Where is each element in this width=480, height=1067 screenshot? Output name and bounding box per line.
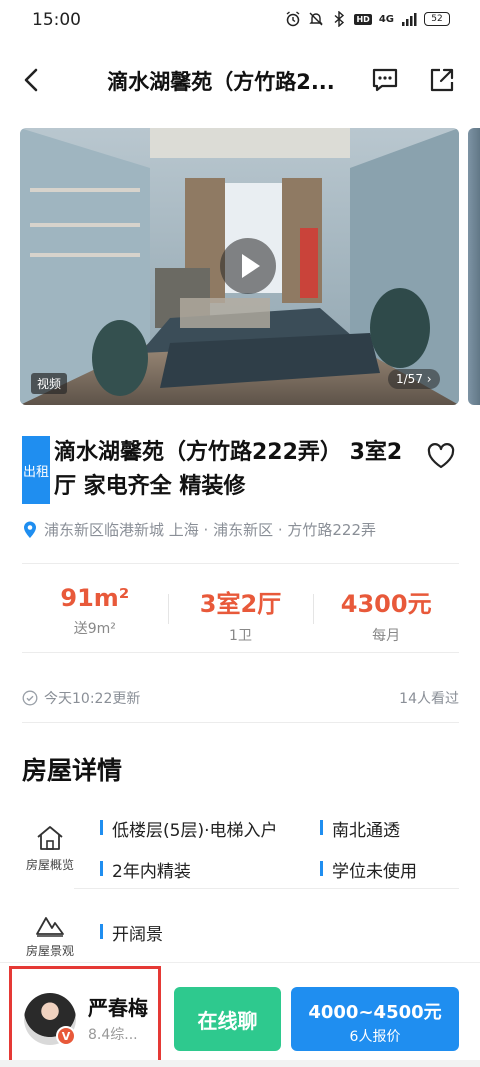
next-photo-peek[interactable] (468, 128, 480, 405)
check-circle-icon (22, 690, 38, 706)
mute-icon (309, 12, 324, 26)
video-tag: 视频 (31, 373, 68, 394)
stat-price-value: 4300元 (340, 590, 432, 618)
feature-floor: 低楼层(5层)·电梯入户 (100, 816, 277, 841)
house-overview: 房屋概览 低楼层(5层)·电梯入户 南北通透 2年内精装 学位未使用 (22, 812, 459, 888)
agent-score: 8.4综... (88, 1027, 138, 1043)
status-time: 15:00 (32, 10, 81, 30)
feature-scenery: 开阔景 (100, 920, 163, 945)
photo-count[interactable]: 1/57 › (388, 369, 440, 389)
update-info: 今天10:22更新 (22, 688, 140, 708)
view-category: 房屋景观 (22, 910, 78, 959)
overview-category: 房屋概览 (22, 824, 78, 873)
listing-title: 滴水湖馨苑（方竹路222弄） 3室2厅 家电齐全 精装修 (54, 440, 403, 499)
bluetooth-icon (335, 11, 345, 27)
stat-layout-value: 3室2厅 (199, 590, 282, 618)
view-label: 房屋景观 (25, 944, 74, 958)
section-title: 房屋详情 (22, 756, 123, 785)
status-bar: 15:00 HD 4G 52 (0, 0, 480, 40)
online-chat-button[interactable]: 在线聊 (174, 987, 281, 1051)
house-view: 房屋景观 开阔景 (22, 910, 459, 960)
overview-label: 房屋概览 (25, 858, 74, 872)
message-icon[interactable] (371, 66, 399, 94)
play-icon[interactable] (220, 238, 276, 294)
location-row[interactable]: 浦东新区临港新城 上海 · 浦东新区 · 方竹路222弄 (22, 519, 376, 540)
verified-badge-icon: V (56, 1026, 76, 1046)
stat-area: 91m² 送9m² (22, 564, 168, 652)
hd-icon: HD (354, 13, 372, 25)
update-row: 今天10:22更新 14人看过 (22, 688, 459, 708)
network-label: 4G (378, 13, 394, 25)
feature-orientation: 南北通透 (320, 816, 400, 841)
stat-layout: 3室2厅 1卫 (167, 564, 314, 652)
mountain-icon (36, 917, 64, 937)
battery-icon: 52 (424, 12, 450, 26)
page-title: 滴水湖馨苑（方竹路2... (107, 70, 335, 94)
quote-price-range: 4000~4500元 (308, 1002, 442, 1023)
house-icon (37, 826, 63, 850)
stat-price-sub: 每月 (372, 628, 401, 644)
key-stats: 91m² 送9m² 3室2厅 1卫 4300元 每月 (22, 563, 459, 653)
alarm-icon (287, 11, 300, 27)
stat-area-value: 91m² (60, 584, 130, 612)
feature-school: 学位未使用 (320, 857, 417, 882)
location-pin-icon (24, 521, 36, 538)
rent-badge: 出租 (22, 436, 50, 504)
stat-layout-sub: 1卫 (229, 628, 252, 644)
view-count: 14人看过 (399, 691, 459, 707)
detail-divider (74, 888, 459, 889)
stat-price: 4300元 每月 (313, 564, 459, 652)
divider (22, 722, 459, 723)
stat-area-sub: 送9m² (73, 621, 116, 637)
feature-renovation: 2年内精装 (100, 857, 191, 882)
location-text: 浦东新区临港新城 上海 · 浦东新区 · 方竹路222弄 (44, 521, 377, 539)
agent-name[interactable]: 严春梅 (88, 992, 148, 1021)
quote-count: 6人报价 (349, 1029, 401, 1045)
quote-button[interactable]: 4000~4500元 6人报价 (291, 987, 459, 1051)
update-time: 今天10:22更新 (44, 691, 141, 707)
navbar: 滴水湖馨苑（方竹路2... (0, 52, 480, 108)
share-icon[interactable] (428, 66, 456, 94)
home-indicator (0, 1060, 480, 1067)
signal-icon (402, 13, 417, 26)
favorite-heart-icon[interactable] (426, 441, 456, 471)
status-icons: HD 4G 52 (285, 11, 450, 27)
back-arrow-icon[interactable] (18, 66, 46, 94)
